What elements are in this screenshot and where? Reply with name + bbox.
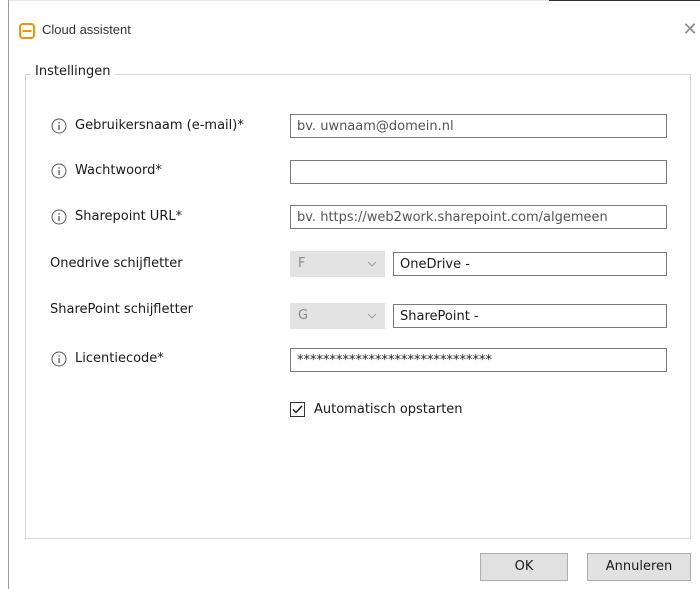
info-icon[interactable] [51, 163, 67, 179]
chevron-down-icon [367, 313, 377, 319]
sharepoint-drive-letter-select[interactable]: G [290, 303, 385, 329]
sharepoint-drive-letter-value: G [298, 308, 309, 323]
onedrive-drive-letter-value: F [298, 256, 306, 271]
username-label: Gebruikersnaam (e-mail)* [75, 118, 244, 133]
close-icon[interactable]: ✕ [681, 20, 699, 40]
ok-button[interactable]: OK [480, 553, 568, 581]
dialog-window: Cloud assistent ✕ Instellingen Gebruiker… [8, 0, 700, 589]
license-code-input[interactable] [290, 348, 667, 372]
onedrive-drive-letter-select[interactable]: F [290, 251, 385, 277]
autostart-checkbox[interactable] [290, 402, 305, 417]
cancel-button[interactable]: Annuleren [587, 553, 691, 581]
onedrive-name-input[interactable] [393, 252, 667, 276]
info-icon[interactable] [51, 209, 67, 225]
onedrive-drive-letter-label: Onedrive schijfletter [50, 256, 183, 271]
info-icon[interactable] [51, 351, 67, 367]
username-input[interactable] [290, 114, 667, 138]
info-icon[interactable] [51, 118, 67, 134]
sharepoint-name-input[interactable] [393, 304, 667, 328]
cloud-assistent-logo-icon [19, 23, 35, 39]
chevron-down-icon [367, 261, 377, 267]
title-bar[interactable]: Cloud assistent ✕ [9, 0, 700, 56]
password-input[interactable] [290, 160, 667, 184]
window-title: Cloud assistent [42, 22, 131, 37]
password-label: Wachtwoord* [75, 163, 162, 178]
settings-group-title: Instellingen [31, 64, 115, 79]
sharepoint-drive-letter-label: SharePoint schijfletter [50, 302, 194, 317]
checkmark-icon [292, 405, 303, 414]
sharepoint-url-label: Sharepoint URL* [75, 209, 183, 224]
license-code-label: Licentiecode* [75, 351, 164, 366]
autostart-label[interactable]: Automatisch opstarten [314, 400, 463, 420]
sharepoint-url-input[interactable] [290, 205, 667, 229]
